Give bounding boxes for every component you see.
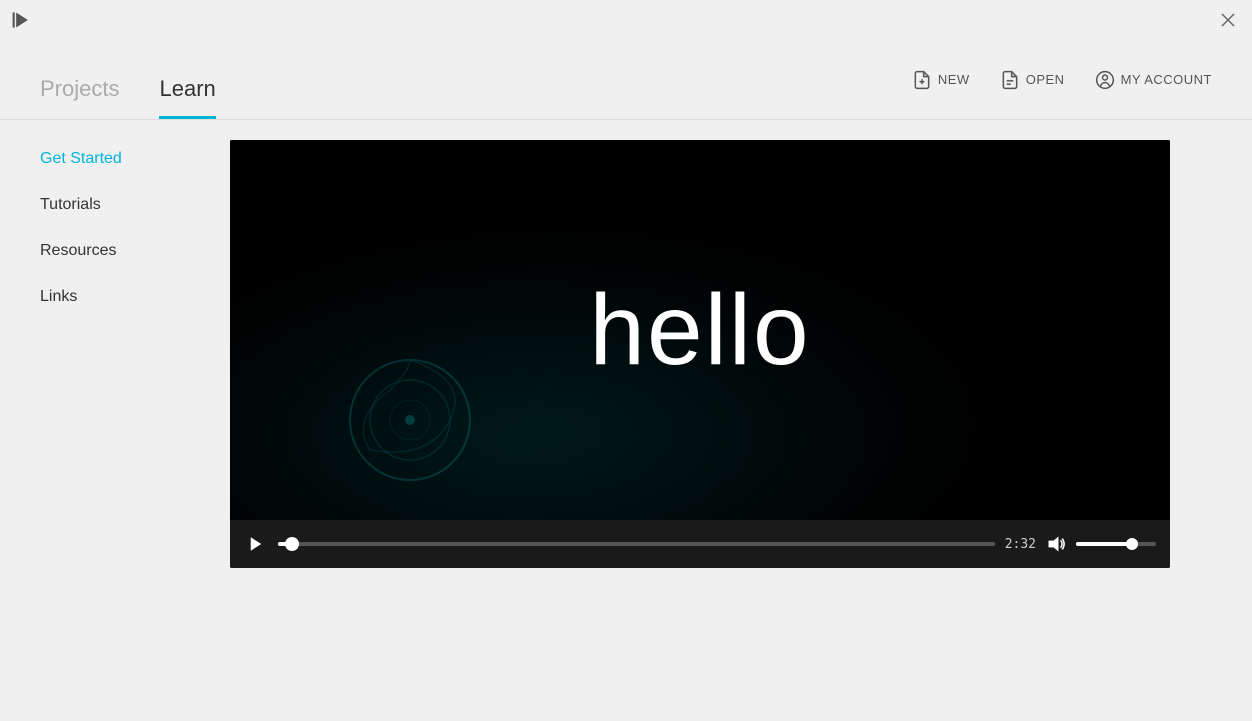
close-button[interactable] bbox=[1216, 8, 1240, 32]
video-content[interactable]: hello bbox=[230, 140, 1170, 520]
video-swirl-graphic bbox=[330, 340, 490, 500]
volume-bar[interactable] bbox=[1076, 542, 1156, 546]
new-label: NEW bbox=[938, 72, 970, 87]
new-action[interactable]: NEW bbox=[912, 70, 970, 90]
volume-button[interactable] bbox=[1046, 534, 1066, 554]
sidebar-item-tutorials[interactable]: Tutorials bbox=[40, 196, 190, 214]
progress-thumb bbox=[285, 537, 299, 551]
video-area: hello 2:32 bbox=[230, 120, 1252, 721]
new-file-icon bbox=[912, 70, 932, 90]
account-icon bbox=[1095, 70, 1115, 90]
volume-fill bbox=[1076, 542, 1132, 546]
title-bar bbox=[0, 0, 1252, 40]
tab-projects[interactable]: Projects bbox=[40, 76, 119, 119]
nav-bar: Projects Learn NEW OPEN bbox=[0, 40, 1252, 120]
title-bar-left bbox=[12, 10, 32, 30]
sidebar-item-get-started[interactable]: Get Started bbox=[40, 150, 190, 168]
video-controls: 2:32 bbox=[230, 520, 1170, 568]
app-icon bbox=[12, 10, 32, 30]
play-button[interactable] bbox=[244, 532, 268, 556]
open-label: OPEN bbox=[1026, 72, 1065, 87]
my-account-action[interactable]: MY ACCOUNT bbox=[1095, 70, 1212, 90]
nav-tabs: Projects Learn bbox=[40, 40, 216, 119]
tab-learn[interactable]: Learn bbox=[159, 76, 215, 119]
my-account-label: MY ACCOUNT bbox=[1121, 72, 1212, 87]
video-hello-text: hello bbox=[589, 273, 810, 388]
open-file-icon bbox=[1000, 70, 1020, 90]
open-action[interactable]: OPEN bbox=[1000, 70, 1065, 90]
time-display: 2:32 bbox=[1005, 537, 1036, 552]
video-player: hello 2:32 bbox=[230, 140, 1170, 568]
nav-actions: NEW OPEN MY ACCOUNT bbox=[912, 70, 1212, 90]
sidebar-item-links[interactable]: Links bbox=[40, 288, 190, 306]
progress-bar[interactable] bbox=[278, 542, 995, 546]
main-content: Get Started Tutorials Resources Links he… bbox=[0, 120, 1252, 721]
sidebar: Get Started Tutorials Resources Links bbox=[0, 120, 230, 721]
volume-thumb bbox=[1126, 538, 1138, 550]
sidebar-item-resources[interactable]: Resources bbox=[40, 242, 190, 260]
